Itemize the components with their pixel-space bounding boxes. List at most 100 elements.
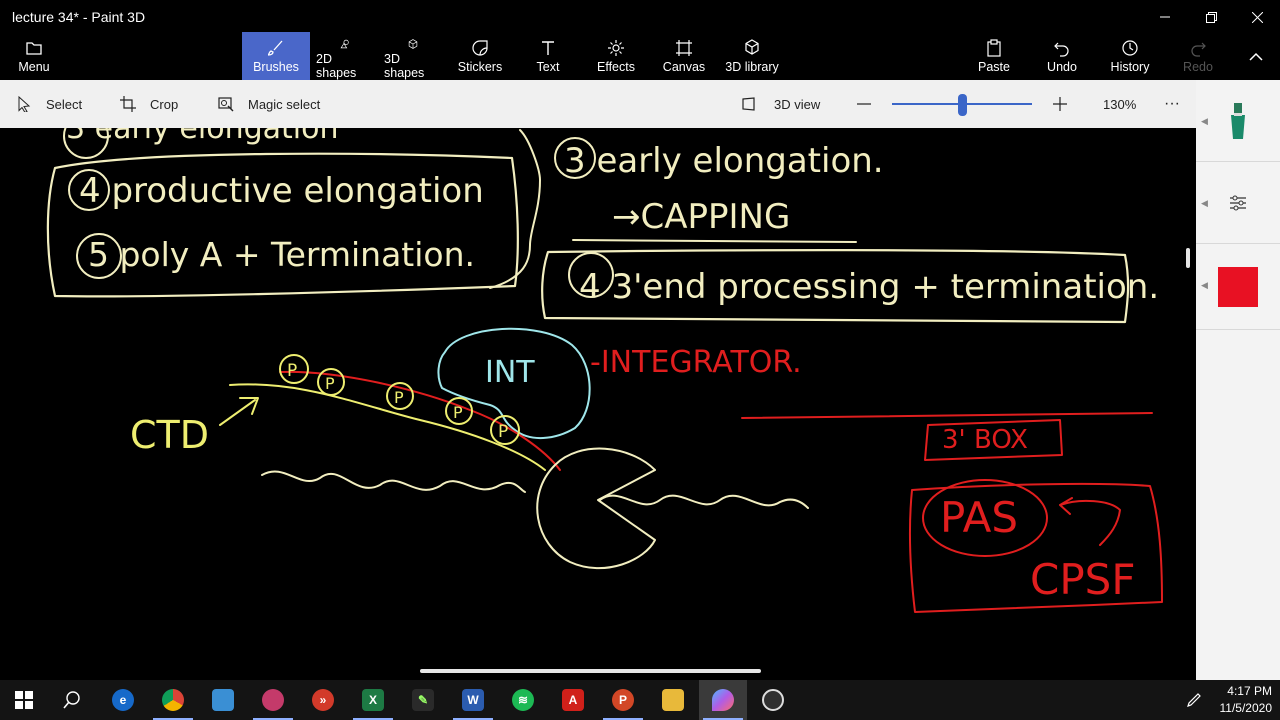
edge-icon: e (112, 689, 134, 711)
vertical-scrollbar[interactable] (1186, 248, 1190, 268)
tab-text[interactable]: Text (528, 32, 568, 80)
tab-3d-shapes[interactable]: 3D shapes (384, 32, 442, 80)
tab-stickers[interactable]: Stickers (456, 32, 504, 80)
tab-canvas[interactable]: Canvas (662, 32, 706, 80)
note-item4-right: 4 3'end processing + termination. (579, 267, 1159, 307)
menu-button[interactable]: Menu (12, 32, 56, 80)
chrome-icon (162, 689, 184, 711)
undo-label: Undo (1047, 60, 1077, 74)
cube-icon (408, 39, 418, 49)
tab-brushes[interactable]: Brushes (242, 32, 310, 80)
paint3d-app[interactable] (699, 680, 747, 720)
note-item3-right: 3 early elongation. (564, 141, 884, 181)
note-p: P (394, 388, 404, 407)
ink-red-line (741, 412, 1153, 419)
note-p: P (325, 374, 335, 393)
search-icon (63, 691, 80, 709)
paste-icon (987, 39, 1001, 57)
powerpoint-icon: P (612, 689, 634, 711)
remote-app[interactable]: » (299, 680, 347, 720)
pen-workspace-button[interactable] (1170, 680, 1218, 720)
undo-button[interactable]: Undo (1042, 32, 1082, 80)
horizontal-scrollbar[interactable] (420, 669, 761, 673)
select-tool[interactable]: Select (16, 80, 82, 128)
brush-icon (267, 40, 283, 56)
minimize-button[interactable] (1142, 0, 1188, 34)
note-p: P (453, 403, 463, 422)
powerpoint-app[interactable]: P (599, 680, 647, 720)
brush-settings[interactable]: ◀ (1196, 162, 1280, 244)
history-icon (1122, 40, 1138, 56)
close-icon (1251, 11, 1263, 23)
crop-label: Crop (150, 96, 179, 112)
start-button[interactable] (0, 680, 48, 720)
ink-polymerase (536, 447, 656, 570)
cursor-icon (18, 96, 31, 112)
word-app[interactable]: W (449, 680, 497, 720)
tab-effects-label: Effects (597, 60, 635, 74)
view-3d-toggle[interactable]: 3D view (742, 80, 820, 128)
chevron-left-icon: ◀ (1201, 116, 1208, 126)
spotify-icon: ≋ (512, 689, 534, 711)
magic-select-tool[interactable]: Magic select (218, 80, 320, 128)
pen-icon: ✎ (412, 689, 434, 711)
windows-icon (15, 691, 33, 709)
zoom-slider-thumb[interactable] (958, 94, 967, 116)
note-item3-top: 3 early elongation (66, 128, 338, 146)
view-3d-icon (742, 97, 755, 111)
obs-app[interactable] (749, 680, 797, 720)
tab-3d-library[interactable]: 3D library (724, 32, 780, 80)
shapes-2d-icon (340, 39, 349, 49)
edge-app[interactable]: e (99, 680, 147, 720)
ink-arrow (219, 397, 259, 426)
tab-3d-library-label: 3D library (725, 60, 779, 74)
snip-icon (262, 689, 284, 711)
minimize-icon (1160, 16, 1170, 18)
taskbar: e » X ✎ W ≋ A P 4:17 PM 11/5/2020 (0, 680, 1280, 720)
color-picker[interactable]: ◀ (1196, 244, 1280, 330)
chrome-app[interactable] (149, 680, 197, 720)
acrobat-app[interactable]: A (549, 680, 597, 720)
note-item5-left: 5 poly A + Termination. (88, 235, 475, 274)
computer-icon (212, 689, 234, 711)
close-button[interactable] (1234, 0, 1280, 34)
brush-type-picker[interactable]: ◀ (1196, 80, 1280, 162)
more-options-button[interactable]: ··· (1164, 80, 1180, 128)
zoom-in-button[interactable] (1052, 80, 1068, 128)
ink-brace (489, 129, 541, 289)
tab-effects[interactable]: Effects (594, 32, 638, 80)
tab-2d-shapes[interactable]: 2D shapes (316, 32, 374, 80)
window-title: lecture 34* - Paint 3D (12, 9, 146, 25)
draw-app[interactable]: ✎ (399, 680, 447, 720)
note-item4-left: 4 productive elongation (79, 171, 484, 211)
plus-icon (1053, 97, 1067, 111)
minus-icon (857, 103, 871, 105)
explorer-app[interactable] (649, 680, 697, 720)
drawing-canvas[interactable]: 3 early elongation 4 productive elongati… (0, 128, 1196, 680)
zoom-out-button[interactable] (856, 80, 872, 128)
marker-icon (1231, 102, 1245, 139)
system-clock[interactable]: 4:17 PM 11/5/2020 (1220, 683, 1273, 717)
history-button[interactable]: History (1108, 32, 1152, 80)
spotify-app[interactable]: ≋ (499, 680, 547, 720)
ink-underline (572, 239, 857, 243)
paste-button[interactable]: Paste (974, 32, 1014, 80)
word-icon: W (462, 689, 484, 711)
clock-date: 11/5/2020 (1219, 701, 1273, 715)
selected-color-swatch[interactable] (1218, 266, 1258, 307)
restore-button[interactable] (1188, 0, 1234, 34)
tab-stickers-label: Stickers (457, 60, 503, 74)
note-ctd: CTD (130, 413, 209, 457)
ribbon: Menu Brushes 2D shapes 3D shapes Sticker… (0, 32, 1280, 80)
snip-app[interactable] (249, 680, 297, 720)
redo-button[interactable]: Redo (1180, 32, 1216, 80)
note-capping: →CAPPING (612, 197, 790, 237)
excel-icon: X (362, 689, 384, 711)
magic-select-icon (218, 97, 234, 112)
collapse-ribbon-button[interactable] (1240, 32, 1272, 80)
excel-app[interactable]: X (349, 680, 397, 720)
crop-tool[interactable]: Crop (120, 80, 178, 128)
view-3d-label: 3D view (774, 96, 821, 112)
search-button[interactable] (48, 680, 96, 720)
pc-app[interactable] (199, 680, 247, 720)
